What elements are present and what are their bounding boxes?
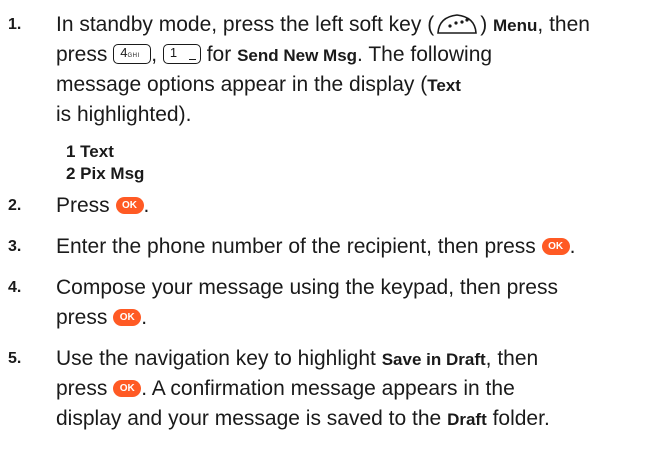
text: . xyxy=(569,235,576,258)
menu-option-1: 1 Text xyxy=(66,142,114,161)
text: . xyxy=(141,306,148,329)
step-5-line-1: Use the navigation key to highlight Save… xyxy=(56,344,655,375)
key-4-icon: 4GHI xyxy=(113,44,152,64)
step-number: 3. xyxy=(8,238,22,255)
step-1-line-1: In standby mode, press the left soft key… xyxy=(56,10,655,41)
text: Compose your message using the keypad, t… xyxy=(56,276,558,299)
menu-label: Menu xyxy=(493,16,538,35)
text: folder. xyxy=(486,407,550,430)
text: message options appear in the display ( xyxy=(56,73,428,96)
key-digit: 1 xyxy=(169,45,178,60)
text: Use the navigation key to highlight xyxy=(56,347,382,370)
step-1-line-2: press 4GHI , 1 for Send New Msg. The fol… xyxy=(56,40,655,71)
text: press xyxy=(56,306,108,329)
text: Enter the phone number of the recipient,… xyxy=(56,235,536,258)
step-4-line-2: press OK. xyxy=(56,303,655,333)
step-3-line-1: Enter the phone number of the recipient,… xyxy=(56,232,655,262)
key-letters: GHI xyxy=(127,53,140,59)
step-1-line-3: message options appear in the display (T… xyxy=(56,70,655,101)
step-number: 1. xyxy=(8,16,22,33)
ok-key-icon: OK xyxy=(113,380,142,397)
step-5-line-2: press OK . A confirmation message appears… xyxy=(56,374,655,404)
key-1-icon: 1 xyxy=(162,44,201,64)
step-2-line-1: Press OK. xyxy=(56,191,655,221)
text: In standby mode, press the left soft key… xyxy=(56,13,435,36)
text: , xyxy=(151,43,158,66)
text: . xyxy=(143,194,150,217)
ok-key-label: OK xyxy=(122,200,138,211)
text: , then xyxy=(485,347,539,370)
text: . A confirmation message appears in the xyxy=(141,377,515,400)
text: . The following xyxy=(357,43,493,66)
ok-key-icon: OK xyxy=(115,197,144,214)
save-in-draft-label: Save in Draft xyxy=(381,350,486,369)
text: is highlighted). xyxy=(56,103,192,126)
text-label: Text xyxy=(427,76,461,95)
step-number: 5. xyxy=(8,350,22,367)
send-new-msg-label: Send New Msg xyxy=(237,46,358,65)
ok-key-label: OK xyxy=(119,383,135,394)
text: for xyxy=(200,43,238,66)
text: , then xyxy=(537,13,590,36)
step-number: 4. xyxy=(8,279,22,296)
text: press xyxy=(56,43,108,66)
text: Press xyxy=(56,194,110,217)
step-number: 2. xyxy=(8,197,22,214)
text: ) xyxy=(480,13,494,36)
ok-key-icon: OK xyxy=(113,309,142,326)
step-4-line-1: Compose your message using the keypad, t… xyxy=(56,273,655,303)
step-1-line-4: is highlighted). xyxy=(56,100,655,130)
draft-label: Draft xyxy=(447,410,487,429)
ok-key-label: OK xyxy=(548,241,564,252)
ok-key-label: OK xyxy=(119,312,135,323)
menu-option-2: 2 Pix Msg xyxy=(66,164,145,183)
ok-key-icon: OK xyxy=(541,238,570,255)
soft-key-icon xyxy=(437,14,478,34)
text: display and your message is saved to the xyxy=(56,407,448,430)
step-5-line-3: display and your message is saved to the… xyxy=(56,404,655,435)
text: press xyxy=(56,377,108,400)
